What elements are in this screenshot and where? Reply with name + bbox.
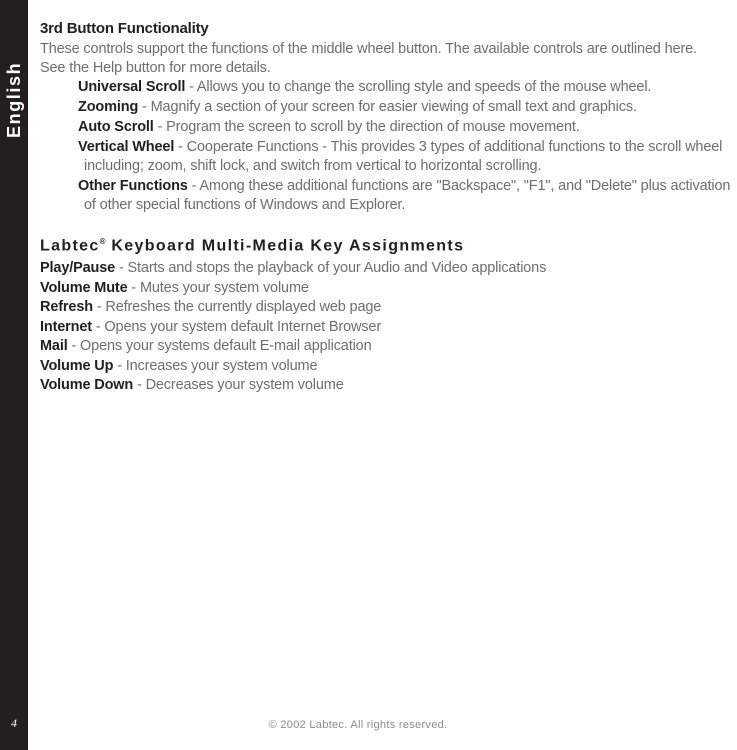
feature-description: - Allows you to change the scrolling sty… bbox=[185, 79, 652, 95]
feature-list: Universal Scroll - Allows you to change … bbox=[40, 78, 730, 215]
list-item: Zooming - Magnify a section of your scre… bbox=[40, 98, 737, 117]
list-item: Play/Pause - Starts and stops the playba… bbox=[40, 259, 720, 279]
list-item: Volume Up - Increases your system volume bbox=[40, 357, 720, 377]
language-label: English bbox=[4, 61, 24, 139]
media-key-term: Refresh bbox=[40, 299, 93, 316]
list-item: Mail - Opens your systems default E-mail… bbox=[40, 337, 720, 357]
section-intro-paragraph: These controls support the functions of … bbox=[40, 41, 697, 76]
media-key-description: - Increases your system volume bbox=[113, 357, 318, 374]
media-key-term: Volume Down bbox=[40, 377, 134, 394]
footer-copyright: © 2002 Labtec. All rights reserved. bbox=[268, 719, 448, 731]
list-item: Vertical Wheel - Cooperate Functions - T… bbox=[40, 138, 737, 176]
media-key-term: Play/Pause bbox=[40, 260, 116, 277]
feature-term: Zooming bbox=[78, 99, 139, 115]
feature-description: - Cooperate Functions - This provides 3 … bbox=[84, 139, 723, 174]
media-key-description: - Decreases your system volume bbox=[133, 377, 344, 394]
media-key-description: - Opens your systems default E-mail appl… bbox=[67, 338, 372, 355]
brand-name: Labtec bbox=[40, 237, 100, 255]
list-item: Auto Scroll - Program the screen to scro… bbox=[40, 118, 737, 137]
media-key-description: - Opens your system default Internet Bro… bbox=[91, 318, 381, 335]
media-key-term: Volume Up bbox=[40, 357, 114, 374]
media-key-list: Play/Pause - Starts and stops the playba… bbox=[40, 259, 720, 396]
feature-description: - Magnify a section of your screen for e… bbox=[138, 99, 637, 115]
page-content: 3rd Button Functionality These controls … bbox=[40, 0, 730, 396]
section-heading-media-keys: Labtec® Keyboard Multi-Media Key Assignm… bbox=[40, 215, 720, 255]
feature-term: Other Functions bbox=[78, 178, 188, 194]
list-item: Internet - Opens your system default Int… bbox=[40, 318, 720, 338]
language-sidebar: English 4 bbox=[0, 0, 28, 750]
list-item: Volume Mute - Mutes your system volume bbox=[40, 279, 720, 299]
feature-term: Vertical Wheel bbox=[78, 139, 175, 155]
feature-description: - Program the screen to scroll by the di… bbox=[153, 119, 580, 135]
list-item: Other Functions - Among these additional… bbox=[40, 177, 737, 215]
section-heading-3rd-button: 3rd Button Functionality bbox=[40, 20, 209, 37]
media-key-term: Internet bbox=[40, 318, 92, 335]
list-item: Volume Down - Decreases your system volu… bbox=[40, 376, 720, 396]
list-item: Universal Scroll - Allows you to change … bbox=[40, 78, 737, 97]
media-key-description: - Starts and stops the playback of your … bbox=[115, 260, 547, 277]
feature-term: Universal Scroll bbox=[78, 79, 186, 95]
media-key-term: Volume Mute bbox=[40, 279, 128, 296]
media-key-description: - Mutes your system volume bbox=[127, 279, 309, 296]
page-number: 4 bbox=[11, 716, 17, 730]
feature-term: Auto Scroll bbox=[78, 119, 154, 135]
media-key-term: Mail bbox=[40, 338, 68, 355]
media-key-description: - Refreshes the currently displayed web … bbox=[92, 299, 382, 316]
list-item: Refresh - Refreshes the currently displa… bbox=[40, 298, 720, 318]
heading-remainder: Keyboard Multi-Media Key Assignments bbox=[105, 237, 465, 255]
